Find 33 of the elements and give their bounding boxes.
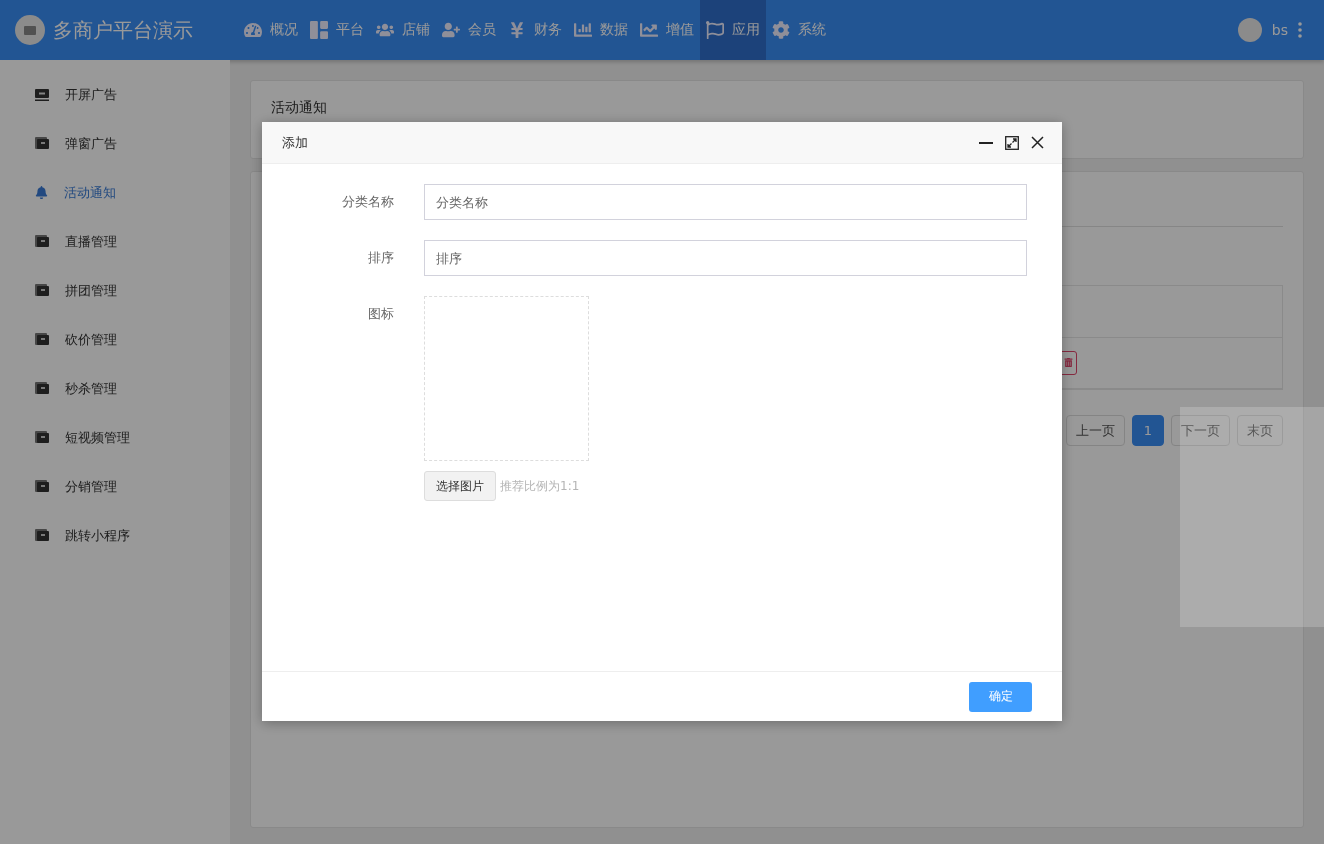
field-label: 排序 [367, 249, 394, 267]
user-name: bs [1271, 22, 1288, 38]
field-label: 图标 [367, 305, 394, 323]
dialog-title: 添加 [282, 133, 309, 152]
sidebar-item[interactable]: 砍价管理 [0, 315, 230, 364]
app-title: 多商户平台演示 [53, 16, 193, 44]
sidebar-item[interactable]: 弹窗广告 [0, 119, 230, 168]
sidebar-item[interactable]: 拼团管理 [0, 266, 230, 315]
nav-tab[interactable]: 增值 [634, 0, 700, 60]
sidebar-item[interactable]: 分销管理 [0, 462, 230, 511]
sidebar-item[interactable]: 直播管理 [0, 217, 230, 266]
sidebar-item[interactable]: 开屏广告 [0, 70, 230, 119]
text-field[interactable]: 分类名称 [424, 184, 1027, 220]
nav-tab[interactable]: 财务 [502, 0, 568, 60]
choose-image-button[interactable]: 选择图片 [424, 471, 496, 501]
nav-tab[interactable]: 系统 [766, 0, 832, 60]
ratio-hint: 推荐比例为1:1 [500, 477, 580, 495]
page-title: 活动通知 [271, 99, 327, 115]
nav-tab[interactable]: 数据 [568, 0, 634, 60]
confirm-button[interactable]: 确定 [969, 681, 1032, 712]
nav-tab[interactable]: 会员 [436, 0, 502, 60]
sidebar-item[interactable]: 跳转小程序 [0, 511, 230, 560]
sidebar-item[interactable]: 秒杀管理 [0, 364, 230, 413]
sidebar-item[interactable]: 短视频管理 [0, 413, 230, 462]
page-button[interactable]: 1 [1131, 415, 1164, 446]
nav-tab[interactable]: 店铺 [370, 0, 436, 60]
nav-tab[interactable]: 平台 [304, 0, 370, 60]
field-label: 分类名称 [341, 193, 394, 211]
nav-tab[interactable]: 应用 [700, 0, 766, 60]
sidebar-item[interactable]: 活动通知 [0, 168, 230, 217]
nav-tab[interactable]: 概况 [238, 0, 304, 60]
text-field[interactable]: 排序 [424, 240, 1027, 276]
page-button[interactable]: 末页 [1237, 415, 1283, 446]
